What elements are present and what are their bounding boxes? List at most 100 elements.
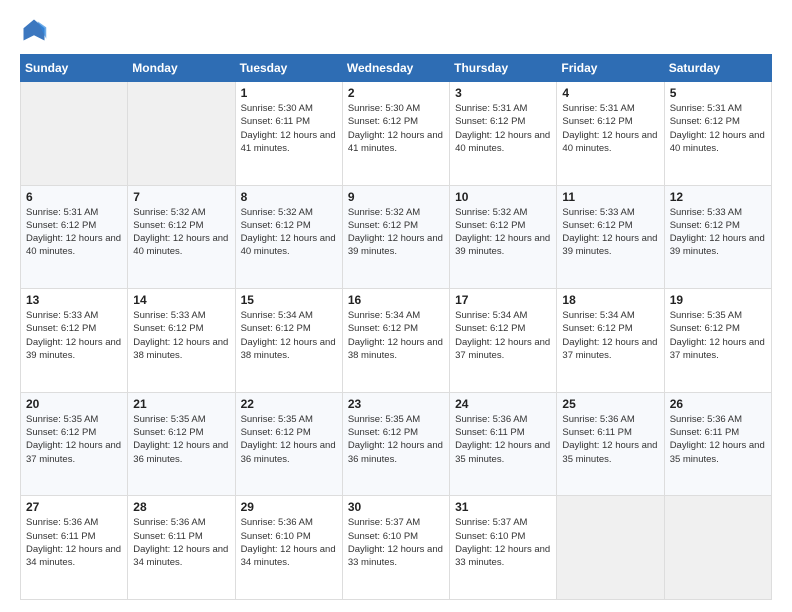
calendar-cell: 28Sunrise: 5:36 AMSunset: 6:11 PMDayligh…	[128, 496, 235, 600]
calendar-cell: 3Sunrise: 5:31 AMSunset: 6:12 PMDaylight…	[450, 82, 557, 186]
day-info: Sunrise: 5:34 AMSunset: 6:12 PMDaylight:…	[455, 309, 551, 362]
calendar-cell: 8 Sunrise: 5:32 AMSunset: 6:12 PMDaylight…	[235, 185, 342, 289]
day-number: 11	[562, 190, 658, 204]
day-number: 8	[241, 190, 337, 204]
calendar-cell	[664, 496, 771, 600]
day-info: Sunrise: 5:32 AMSunset: 6:12 PMDaylight:…	[348, 206, 444, 259]
calendar-cell: 10 Sunrise: 5:32 AMSunset: 6:12 PMDayligh…	[450, 185, 557, 289]
calendar-table: SundayMondayTuesdayWednesdayThursdayFrid…	[20, 54, 772, 600]
calendar-cell: 19 Sunrise: 5:35 AMSunset: 6:12 PMDayligh…	[664, 289, 771, 393]
calendar-cell: 13 Sunrise: 5:33 AMSunset: 6:12 PMDayligh…	[21, 289, 128, 393]
day-info: Sunrise: 5:30 AMSunset: 6:11 PMDaylight:…	[241, 102, 337, 155]
weekday-header-saturday: Saturday	[664, 55, 771, 82]
day-number: 21	[133, 397, 229, 411]
day-info: Sunrise: 5:33 AMSunset: 6:12 PMDaylight:…	[670, 206, 766, 259]
day-number: 12	[670, 190, 766, 204]
calendar-cell: 21 Sunrise: 5:35 AMSunset: 6:12 PMDayligh…	[128, 392, 235, 496]
week-row-2: 6 Sunrise: 5:31 AMSunset: 6:12 PMDaylight…	[21, 185, 772, 289]
day-number: 7	[133, 190, 229, 204]
day-number: 27	[26, 500, 122, 514]
day-number: 5	[670, 86, 766, 100]
page: SundayMondayTuesdayWednesdayThursdayFrid…	[0, 0, 792, 612]
day-info: Sunrise: 5:36 AMSunset: 6:11 PMDaylight:…	[133, 516, 229, 569]
day-info: Sunrise: 5:36 AMSunset: 6:11 PMDaylight:…	[455, 413, 551, 466]
weekday-header-friday: Friday	[557, 55, 664, 82]
day-number: 1	[241, 86, 337, 100]
weekday-header-wednesday: Wednesday	[342, 55, 449, 82]
logo	[20, 16, 52, 44]
day-info: Sunrise: 5:34 AMSunset: 6:12 PMDaylight:…	[241, 309, 337, 362]
day-info: Sunrise: 5:35 AMSunset: 6:12 PMDaylight:…	[670, 309, 766, 362]
day-number: 25	[562, 397, 658, 411]
week-row-4: 20 Sunrise: 5:35 AMSunset: 6:12 PMDayligh…	[21, 392, 772, 496]
weekday-header-row: SundayMondayTuesdayWednesdayThursdayFrid…	[21, 55, 772, 82]
calendar-cell: 27Sunrise: 5:36 AMSunset: 6:11 PMDayligh…	[21, 496, 128, 600]
day-number: 4	[562, 86, 658, 100]
day-number: 24	[455, 397, 551, 411]
calendar-cell: 15Sunrise: 5:34 AMSunset: 6:12 PMDayligh…	[235, 289, 342, 393]
day-info: Sunrise: 5:36 AMSunset: 6:11 PMDaylight:…	[562, 413, 658, 466]
day-number: 6	[26, 190, 122, 204]
calendar-cell: 16Sunrise: 5:34 AMSunset: 6:12 PMDayligh…	[342, 289, 449, 393]
day-info: Sunrise: 5:36 AMSunset: 6:11 PMDaylight:…	[670, 413, 766, 466]
calendar-cell: 31Sunrise: 5:37 AMSunset: 6:10 PMDayligh…	[450, 496, 557, 600]
day-number: 18	[562, 293, 658, 307]
day-info: Sunrise: 5:37 AMSunset: 6:10 PMDaylight:…	[348, 516, 444, 569]
day-number: 17	[455, 293, 551, 307]
calendar-cell: 24 Sunrise: 5:36 AMSunset: 6:11 PMDayligh…	[450, 392, 557, 496]
day-number: 20	[26, 397, 122, 411]
calendar-cell: 22Sunrise: 5:35 AMSunset: 6:12 PMDayligh…	[235, 392, 342, 496]
day-info: Sunrise: 5:32 AMSunset: 6:12 PMDaylight:…	[455, 206, 551, 259]
calendar-cell: 26Sunrise: 5:36 AMSunset: 6:11 PMDayligh…	[664, 392, 771, 496]
day-info: Sunrise: 5:36 AMSunset: 6:10 PMDaylight:…	[241, 516, 337, 569]
day-info: Sunrise: 5:31 AMSunset: 6:12 PMDaylight:…	[562, 102, 658, 155]
day-number: 13	[26, 293, 122, 307]
day-number: 29	[241, 500, 337, 514]
day-number: 16	[348, 293, 444, 307]
header	[20, 16, 772, 44]
day-info: Sunrise: 5:35 AMSunset: 6:12 PMDaylight:…	[26, 413, 122, 466]
day-info: Sunrise: 5:33 AMSunset: 6:12 PMDaylight:…	[562, 206, 658, 259]
weekday-header-tuesday: Tuesday	[235, 55, 342, 82]
calendar-cell: 9 Sunrise: 5:32 AMSunset: 6:12 PMDaylight…	[342, 185, 449, 289]
calendar-cell: 1 Sunrise: 5:30 AMSunset: 6:11 PMDaylight…	[235, 82, 342, 186]
calendar-cell: 12 Sunrise: 5:33 AMSunset: 6:12 PMDayligh…	[664, 185, 771, 289]
calendar-cell: 2Sunrise: 5:30 AMSunset: 6:12 PMDaylight…	[342, 82, 449, 186]
calendar-cell	[21, 82, 128, 186]
calendar-cell: 5Sunrise: 5:31 AMSunset: 6:12 PMDaylight…	[664, 82, 771, 186]
week-row-3: 13 Sunrise: 5:33 AMSunset: 6:12 PMDayligh…	[21, 289, 772, 393]
day-number: 19	[670, 293, 766, 307]
day-number: 10	[455, 190, 551, 204]
weekday-header-sunday: Sunday	[21, 55, 128, 82]
day-number: 22	[241, 397, 337, 411]
day-number: 14	[133, 293, 229, 307]
calendar-cell: 14Sunrise: 5:33 AMSunset: 6:12 PMDayligh…	[128, 289, 235, 393]
day-number: 3	[455, 86, 551, 100]
day-number: 23	[348, 397, 444, 411]
day-info: Sunrise: 5:32 AMSunset: 6:12 PMDaylight:…	[241, 206, 337, 259]
calendar-cell: 4 Sunrise: 5:31 AMSunset: 6:12 PMDaylight…	[557, 82, 664, 186]
day-number: 31	[455, 500, 551, 514]
logo-icon	[20, 16, 48, 44]
weekday-header-monday: Monday	[128, 55, 235, 82]
day-info: Sunrise: 5:34 AMSunset: 6:12 PMDaylight:…	[562, 309, 658, 362]
day-info: Sunrise: 5:35 AMSunset: 6:12 PMDaylight:…	[133, 413, 229, 466]
week-row-5: 27 Sunrise: 5:36 AMSunset: 6:11 PMDayligh…	[21, 496, 772, 600]
calendar-cell	[557, 496, 664, 600]
day-number: 30	[348, 500, 444, 514]
calendar-cell: 30 Sunrise: 5:37 AMSunset: 6:10 PMDayligh…	[342, 496, 449, 600]
calendar-cell: 29 Sunrise: 5:36 AMSunset: 6:10 PMDayligh…	[235, 496, 342, 600]
calendar-cell: 20 Sunrise: 5:35 AMSunset: 6:12 PMDayligh…	[21, 392, 128, 496]
day-info: Sunrise: 5:31 AMSunset: 6:12 PMDaylight:…	[26, 206, 122, 259]
calendar-cell: 18 Sunrise: 5:34 AMSunset: 6:12 PMDayligh…	[557, 289, 664, 393]
day-info: Sunrise: 5:35 AMSunset: 6:12 PMDaylight:…	[348, 413, 444, 466]
day-info: Sunrise: 5:33 AMSunset: 6:12 PMDaylight:…	[26, 309, 122, 362]
calendar-cell: 11 Sunrise: 5:33 AMSunset: 6:12 PMDayligh…	[557, 185, 664, 289]
weekday-header-thursday: Thursday	[450, 55, 557, 82]
day-number: 9	[348, 190, 444, 204]
calendar-cell: 6 Sunrise: 5:31 AMSunset: 6:12 PMDaylight…	[21, 185, 128, 289]
day-info: Sunrise: 5:30 AMSunset: 6:12 PMDaylight:…	[348, 102, 444, 155]
day-info: Sunrise: 5:32 AMSunset: 6:12 PMDaylight:…	[133, 206, 229, 259]
calendar-cell: 17 Sunrise: 5:34 AMSunset: 6:12 PMDayligh…	[450, 289, 557, 393]
week-row-1: 1 Sunrise: 5:30 AMSunset: 6:11 PMDaylight…	[21, 82, 772, 186]
